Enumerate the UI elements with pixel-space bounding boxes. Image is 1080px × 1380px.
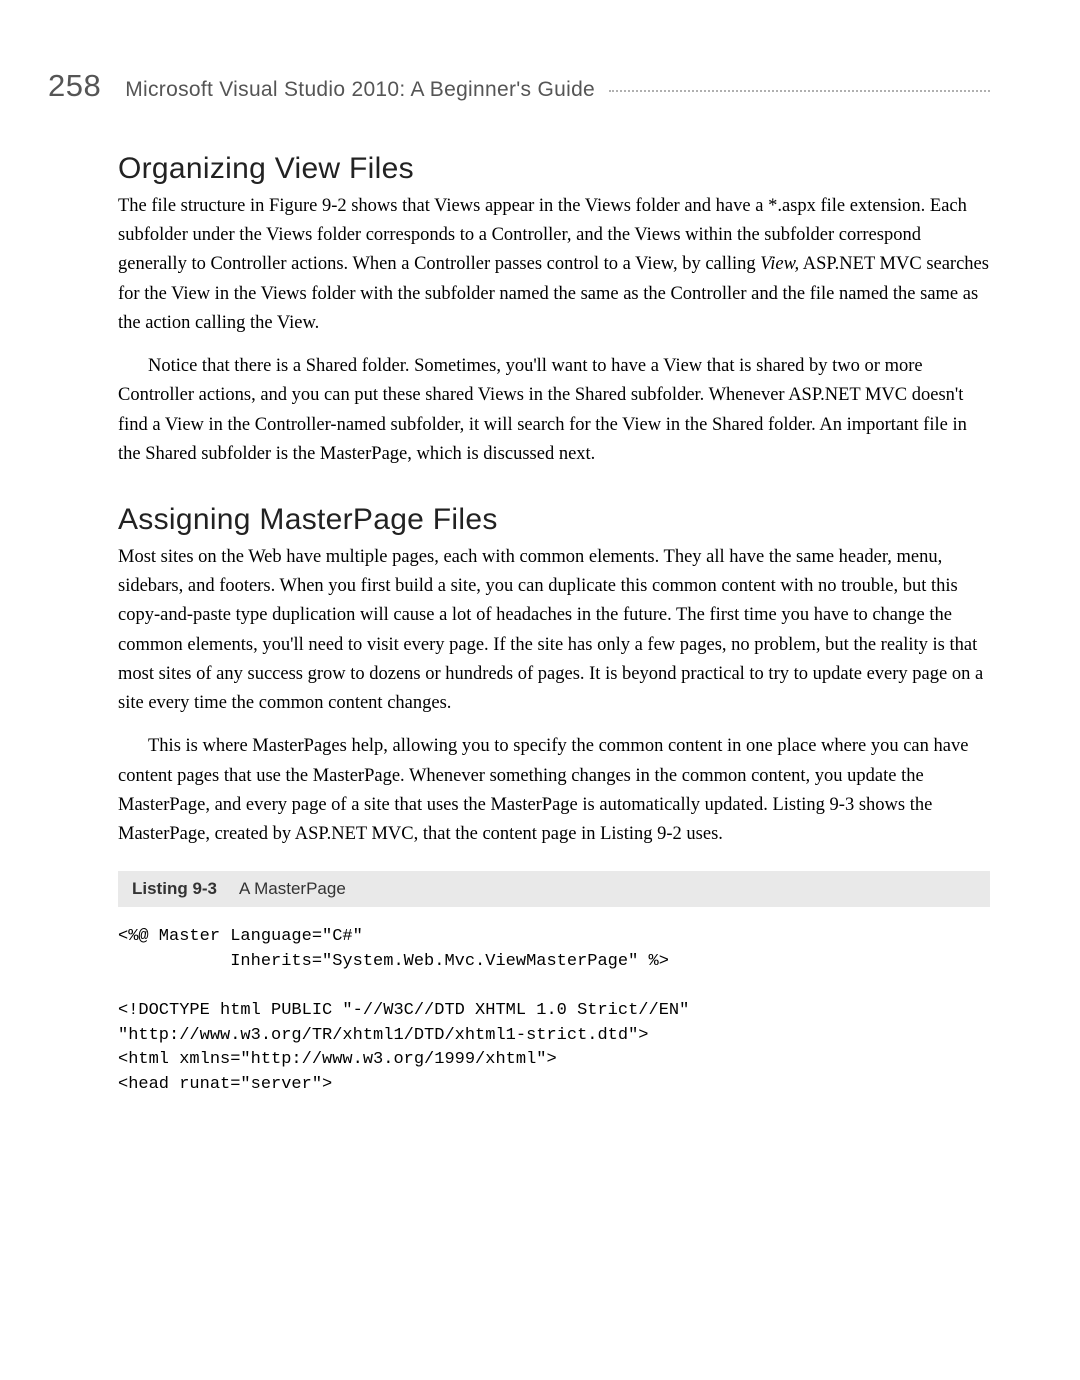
listing-header: Listing 9-3 A MasterPage [118, 871, 990, 907]
running-title: Microsoft Visual Studio 2010: A Beginner… [125, 78, 595, 102]
section-heading-organizing: Organizing View Files [118, 152, 990, 186]
section-heading-assigning: Assigning MasterPage Files [118, 503, 990, 537]
page-number: 258 [48, 68, 101, 104]
section2-paragraph1: Most sites on the Web have multiple page… [118, 543, 990, 718]
section1-paragraph1: The file structure in Figure 9-2 shows t… [118, 192, 990, 338]
section2-paragraph2: This is where MasterPages help, allowing… [118, 732, 990, 849]
page-content: Organizing View Files The file structure… [48, 152, 990, 1098]
listing-title: A MasterPage [239, 879, 346, 899]
italic-text: View, [760, 254, 799, 274]
running-header: 258 Microsoft Visual Studio 2010: A Begi… [48, 68, 990, 104]
section1-paragraph2: Notice that there is a Shared folder. So… [118, 352, 990, 469]
header-divider [609, 90, 990, 92]
listing-label: Listing 9-3 [132, 879, 217, 899]
code-block: <%@ Master Language="C#" Inherits="Syste… [118, 925, 990, 1097]
